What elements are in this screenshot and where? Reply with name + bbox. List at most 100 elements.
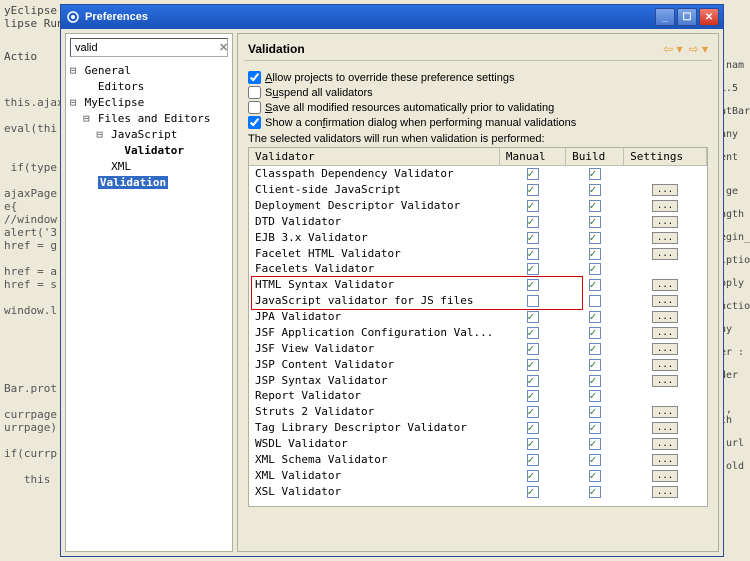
build-checkbox[interactable] bbox=[589, 200, 601, 212]
manual-checkbox[interactable] bbox=[527, 390, 539, 402]
build-checkbox[interactable] bbox=[589, 184, 601, 196]
validator-row[interactable]: JSP Syntax Validator... bbox=[249, 372, 707, 388]
manual-checkbox[interactable] bbox=[527, 359, 539, 371]
manual-checkbox[interactable] bbox=[527, 232, 539, 244]
validator-row[interactable]: Client-side JavaScript... bbox=[249, 181, 707, 197]
validator-row[interactable]: Facelet HTML Validator... bbox=[249, 245, 707, 261]
column-build[interactable]: Build bbox=[566, 148, 624, 166]
validator-row[interactable]: JSF Application Configuration Val...... bbox=[249, 324, 707, 340]
manual-checkbox[interactable] bbox=[527, 168, 539, 180]
validator-row[interactable]: JSF View Validator... bbox=[249, 340, 707, 356]
settings-button[interactable]: ... bbox=[652, 359, 678, 371]
validator-row[interactable]: Deployment Descriptor Validator... bbox=[249, 197, 707, 213]
settings-button[interactable]: ... bbox=[652, 438, 678, 450]
option-checkbox-1[interactable] bbox=[248, 86, 261, 99]
validator-row[interactable]: DTD Validator... bbox=[249, 213, 707, 229]
validator-row[interactable]: XML Validator... bbox=[249, 467, 707, 483]
clear-filter-icon[interactable]: ✕ bbox=[217, 41, 230, 54]
option-checkbox-2[interactable] bbox=[248, 101, 261, 114]
build-checkbox[interactable] bbox=[589, 375, 601, 387]
filter-input[interactable] bbox=[75, 42, 217, 54]
validator-row[interactable]: JavaScript validator for JS files... bbox=[249, 292, 707, 308]
validator-row[interactable]: WSDL Validator... bbox=[249, 435, 707, 451]
manual-checkbox[interactable] bbox=[527, 375, 539, 387]
option-checkbox-3[interactable] bbox=[248, 116, 261, 129]
tree-node-javascript[interactable]: ⊟ JavaScript bbox=[68, 127, 230, 143]
manual-checkbox[interactable] bbox=[527, 486, 539, 498]
build-checkbox[interactable] bbox=[589, 216, 601, 228]
build-checkbox[interactable] bbox=[589, 248, 601, 260]
build-checkbox[interactable] bbox=[589, 232, 601, 244]
settings-button[interactable]: ... bbox=[652, 200, 678, 212]
manual-checkbox[interactable] bbox=[527, 343, 539, 355]
build-checkbox[interactable] bbox=[589, 390, 601, 402]
build-checkbox[interactable] bbox=[589, 168, 601, 180]
settings-button[interactable]: ... bbox=[652, 184, 678, 196]
build-checkbox[interactable] bbox=[589, 486, 601, 498]
validator-row[interactable]: XML Schema Validator... bbox=[249, 451, 707, 467]
manual-checkbox[interactable] bbox=[527, 438, 539, 450]
validator-row[interactable]: Facelets Validator bbox=[249, 261, 707, 276]
forward-icon[interactable]: ⇨ ▾ bbox=[689, 42, 708, 56]
tree-node-xml[interactable]: XML bbox=[68, 159, 230, 175]
tree-node-validator[interactable]: Validator bbox=[68, 143, 230, 159]
column-settings[interactable]: Settings bbox=[624, 148, 707, 166]
tree-node-files-and-editors[interactable]: ⊟ Files and Editors bbox=[68, 111, 230, 127]
build-checkbox[interactable] bbox=[589, 263, 601, 275]
column-validator[interactable]: Validator bbox=[249, 148, 499, 166]
tree-node-myeclipse[interactable]: ⊟ MyEclipse bbox=[68, 95, 230, 111]
settings-button[interactable]: ... bbox=[652, 470, 678, 482]
build-checkbox[interactable] bbox=[589, 327, 601, 339]
manual-checkbox[interactable] bbox=[527, 311, 539, 323]
minimize-button[interactable]: _ bbox=[655, 8, 675, 26]
build-checkbox[interactable] bbox=[589, 470, 601, 482]
validator-row[interactable]: Report Validator bbox=[249, 388, 707, 403]
manual-checkbox[interactable] bbox=[527, 406, 539, 418]
settings-button[interactable]: ... bbox=[652, 406, 678, 418]
settings-button[interactable]: ... bbox=[652, 486, 678, 498]
settings-button[interactable]: ... bbox=[652, 343, 678, 355]
manual-checkbox[interactable] bbox=[527, 327, 539, 339]
settings-button[interactable]: ... bbox=[652, 375, 678, 387]
close-button[interactable]: ✕ bbox=[699, 8, 719, 26]
manual-checkbox[interactable] bbox=[527, 200, 539, 212]
tree-node-validation[interactable]: Validation bbox=[68, 175, 230, 191]
column-manual[interactable]: Manual bbox=[499, 148, 565, 166]
validator-row[interactable]: JPA Validator... bbox=[249, 308, 707, 324]
settings-button[interactable]: ... bbox=[652, 248, 678, 260]
build-checkbox[interactable] bbox=[589, 279, 601, 291]
validator-row[interactable]: Struts 2 Validator... bbox=[249, 403, 707, 419]
tree-node-editors[interactable]: Editors bbox=[68, 79, 230, 95]
validator-row[interactable]: XSL Validator... bbox=[249, 483, 707, 499]
manual-checkbox[interactable] bbox=[527, 295, 539, 307]
settings-button[interactable]: ... bbox=[652, 279, 678, 291]
back-icon[interactable]: ⇦ ▾ bbox=[663, 42, 682, 56]
settings-button[interactable]: ... bbox=[652, 295, 678, 307]
manual-checkbox[interactable] bbox=[527, 279, 539, 291]
validator-row[interactable]: Tag Library Descriptor Validator... bbox=[249, 419, 707, 435]
validator-row[interactable]: HTML Syntax Validator... bbox=[249, 276, 707, 292]
build-checkbox[interactable] bbox=[589, 406, 601, 418]
build-checkbox[interactable] bbox=[589, 311, 601, 323]
maximize-button[interactable]: ☐ bbox=[677, 8, 697, 26]
option-checkbox-0[interactable] bbox=[248, 71, 261, 84]
settings-button[interactable]: ... bbox=[652, 232, 678, 244]
build-checkbox[interactable] bbox=[589, 343, 601, 355]
manual-checkbox[interactable] bbox=[527, 263, 539, 275]
manual-checkbox[interactable] bbox=[527, 454, 539, 466]
validator-row[interactable]: Classpath Dependency Validator bbox=[249, 166, 707, 182]
manual-checkbox[interactable] bbox=[527, 184, 539, 196]
settings-button[interactable]: ... bbox=[652, 454, 678, 466]
manual-checkbox[interactable] bbox=[527, 470, 539, 482]
manual-checkbox[interactable] bbox=[527, 248, 539, 260]
validators-table[interactable]: ValidatorManualBuildSettings Classpath D… bbox=[249, 148, 707, 499]
settings-button[interactable]: ... bbox=[652, 311, 678, 323]
build-checkbox[interactable] bbox=[589, 454, 601, 466]
build-checkbox[interactable] bbox=[589, 422, 601, 434]
manual-checkbox[interactable] bbox=[527, 422, 539, 434]
category-tree[interactable]: ⊟ General Editors⊟ MyEclipse ⊟ Files and… bbox=[66, 61, 232, 551]
settings-button[interactable]: ... bbox=[652, 216, 678, 228]
build-checkbox[interactable] bbox=[589, 295, 601, 307]
manual-checkbox[interactable] bbox=[527, 216, 539, 228]
settings-button[interactable]: ... bbox=[652, 327, 678, 339]
